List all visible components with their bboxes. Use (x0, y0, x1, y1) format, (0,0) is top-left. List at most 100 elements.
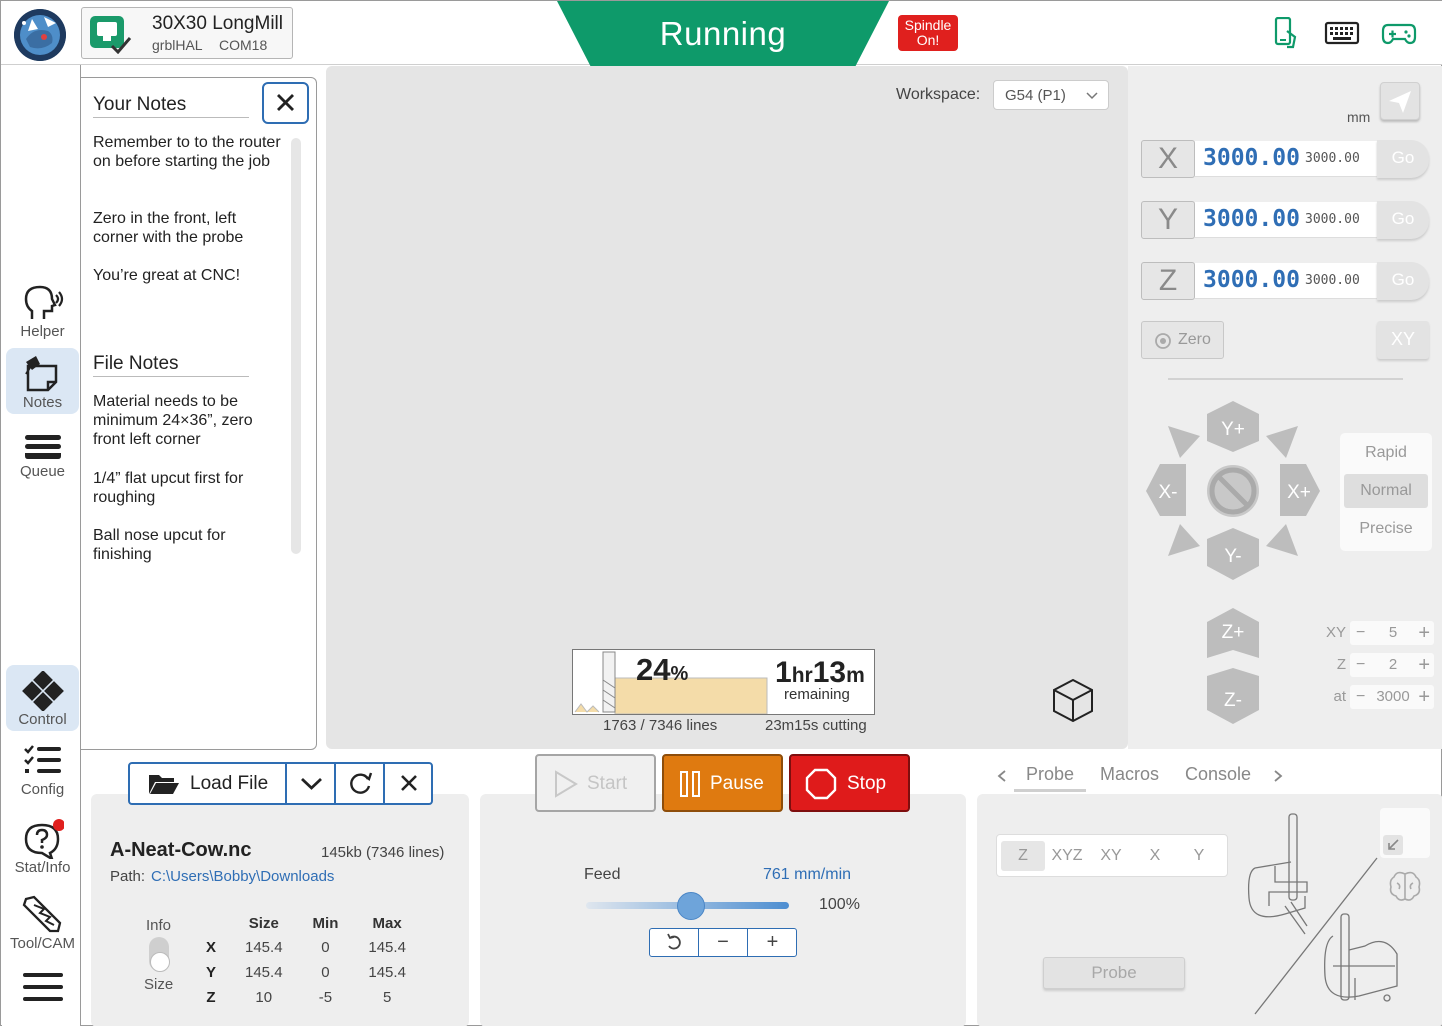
axis-cell: Z (206, 989, 216, 1006)
jog-z-plus-label: Z+ (1222, 622, 1245, 643)
jog-diag-up-right-button[interactable] (1266, 426, 1298, 458)
workspace-value: G54 (P1) (1005, 87, 1066, 104)
zero-all-button[interactable]: Zero (1141, 321, 1224, 359)
size-cell: 145.4 (245, 964, 283, 981)
pause-button[interactable]: Pause (662, 754, 783, 812)
reload-file-button[interactable] (336, 764, 385, 803)
jog-diag-up-left-button[interactable] (1168, 426, 1200, 458)
speed-rapid-option[interactable]: Rapid (1344, 436, 1428, 470)
axis-z-button[interactable]: Z (1141, 262, 1195, 300)
sidebar-item-label: Queue (19, 463, 66, 480)
visualizer[interactable]: Workspace: G54 (P1) 24% 1hr13m remaining… (326, 66, 1128, 749)
jog-diag-down-right-button[interactable] (1266, 524, 1298, 556)
goto-button[interactable] (1380, 82, 1420, 120)
decrease-icon[interactable]: − (1356, 653, 1365, 677)
gamepad-icon[interactable] (1381, 17, 1417, 49)
jog-pad: Y+ Y- X- X+ (1146, 401, 1320, 580)
machine-selector[interactable]: 30X30 LongMill grblHAL COM18 (81, 7, 293, 59)
machine-connected-icon (90, 16, 132, 54)
reload-icon (350, 772, 373, 794)
tab-probe[interactable]: Probe (1014, 764, 1087, 792)
sidebar-item-control[interactable]: Control (6, 665, 79, 731)
view-cube-icon[interactable] (1050, 677, 1096, 723)
notes-pin-icon (25, 356, 58, 392)
probe-axis-z-option[interactable]: Z (1001, 841, 1045, 871)
phone-remote-icon[interactable] (1267, 17, 1303, 49)
brain-icon[interactable] (1387, 868, 1423, 904)
close-file-button[interactable] (385, 764, 434, 803)
notes-scrollbar[interactable] (291, 138, 301, 554)
probe-axis-x-option[interactable]: X (1133, 841, 1177, 871)
close-notes-button[interactable] (262, 82, 309, 124)
xy-step-stepper[interactable]: − 5 + (1350, 621, 1434, 645)
start-button[interactable]: Start (535, 754, 656, 812)
chevron-right-icon[interactable] (1272, 769, 1284, 783)
axis-y-button[interactable]: Y (1141, 201, 1195, 239)
chevron-left-icon[interactable] (996, 769, 1008, 783)
close-icon (277, 94, 294, 111)
sidebar-item-notes[interactable]: Notes (6, 348, 79, 414)
run-panel: Feed 761 mm/min 100% − + (480, 794, 966, 1026)
jog-feed-stepper[interactable]: − 3000 + (1350, 685, 1434, 709)
probe-axis-y-option[interactable]: Y (1177, 841, 1221, 871)
probe-preview-toggle[interactable] (1380, 808, 1430, 858)
feed-slider-handle[interactable] (676, 892, 705, 920)
stop-button[interactable]: Stop (789, 754, 910, 812)
axis-y-value-field[interactable]: 3000.00 3000.00 (1195, 202, 1385, 238)
workspace-select[interactable]: G54 (P1) (993, 80, 1109, 110)
file-path-link[interactable]: C:\Users\Bobby\Downloads (151, 868, 334, 885)
sidebar-item-helper[interactable]: Helper (6, 277, 79, 343)
increase-icon[interactable]: + (1418, 653, 1430, 677)
feed-increase-button[interactable]: + (748, 929, 797, 956)
file-toolbar: Load File (128, 762, 433, 805)
user-note: You’re great at CNC! (93, 267, 241, 284)
axis-x-value-field[interactable]: 3000.00 3000.00 (1195, 141, 1385, 177)
load-file-button[interactable]: Load File (130, 764, 287, 803)
jog-diag-down-left-button[interactable] (1168, 524, 1200, 556)
feed-reset-button[interactable] (650, 929, 699, 956)
z-step-value: 2 (1388, 656, 1398, 673)
axis-x-go-button[interactable]: Go (1377, 140, 1429, 178)
probe-axis-xyz-option[interactable]: XYZ (1045, 841, 1089, 871)
speed-precise-option[interactable]: Precise (1344, 512, 1428, 546)
job-progress-card: 24% 1hr13m remaining (572, 649, 875, 715)
feed-decrease-button[interactable]: − (699, 929, 748, 956)
tab-console[interactable]: Console (1185, 764, 1251, 785)
cutting-time: 23m15s cutting (765, 717, 867, 734)
feed-value: 761 mm/min (763, 866, 852, 883)
lines-progress: 1763 / 7346 lines (603, 717, 718, 734)
sidebar-item-config[interactable]: Config (6, 735, 79, 801)
probe-axis-xy-option[interactable]: XY (1089, 841, 1133, 871)
probe-button[interactable]: Probe (1043, 957, 1185, 989)
app-window: 30X30 LongMill grblHAL COM18 Running Spi… (0, 0, 1442, 1026)
axis-x-button[interactable]: X (1141, 140, 1195, 178)
recent-files-dropdown-button[interactable] (287, 764, 336, 803)
info-size-toggle[interactable] (149, 937, 170, 972)
decrease-icon[interactable]: − (1356, 685, 1365, 709)
tab-macros[interactable]: Macros (1100, 764, 1159, 785)
axis-row-y: Y 3000.00 3000.00 Go (1141, 201, 1429, 241)
sidebar-item-tool-cam[interactable]: Tool/CAM (6, 889, 79, 955)
goto-xy-zero-button[interactable]: XY (1377, 321, 1429, 359)
axis-y-go-button[interactable]: Go (1377, 201, 1429, 239)
your-notes-title: Your Notes (93, 94, 249, 118)
speed-normal-option[interactable]: Normal (1344, 474, 1428, 508)
increase-icon[interactable]: + (1418, 621, 1430, 645)
axis-z-go-button[interactable]: Go (1377, 262, 1429, 300)
sidebar-item-queue[interactable]: Queue (6, 417, 79, 483)
sidebar-item-stat-info[interactable]: Stat/Info (6, 813, 79, 879)
axis-z-value-field[interactable]: 3000.00 3000.00 (1195, 263, 1385, 299)
tool-tabs: Probe Macros Console (991, 761, 1291, 795)
increase-icon[interactable]: + (1418, 685, 1430, 709)
axis-row-z: Z 3000.00 3000.00 Go (1141, 262, 1429, 302)
jog-y-plus-label: Y+ (1221, 419, 1245, 440)
z-step-stepper[interactable]: − 2 + (1350, 653, 1434, 677)
folder-open-icon (149, 775, 179, 794)
hamburger-menu-icon[interactable] (22, 971, 64, 1005)
min-cell: -5 (318, 989, 333, 1006)
load-file-label: Load File (190, 773, 269, 794)
keyboard-icon[interactable] (1324, 17, 1360, 49)
helper-head-icon (24, 285, 64, 319)
decrease-icon[interactable]: − (1356, 621, 1365, 645)
feed-override-controls: − + (649, 928, 797, 957)
